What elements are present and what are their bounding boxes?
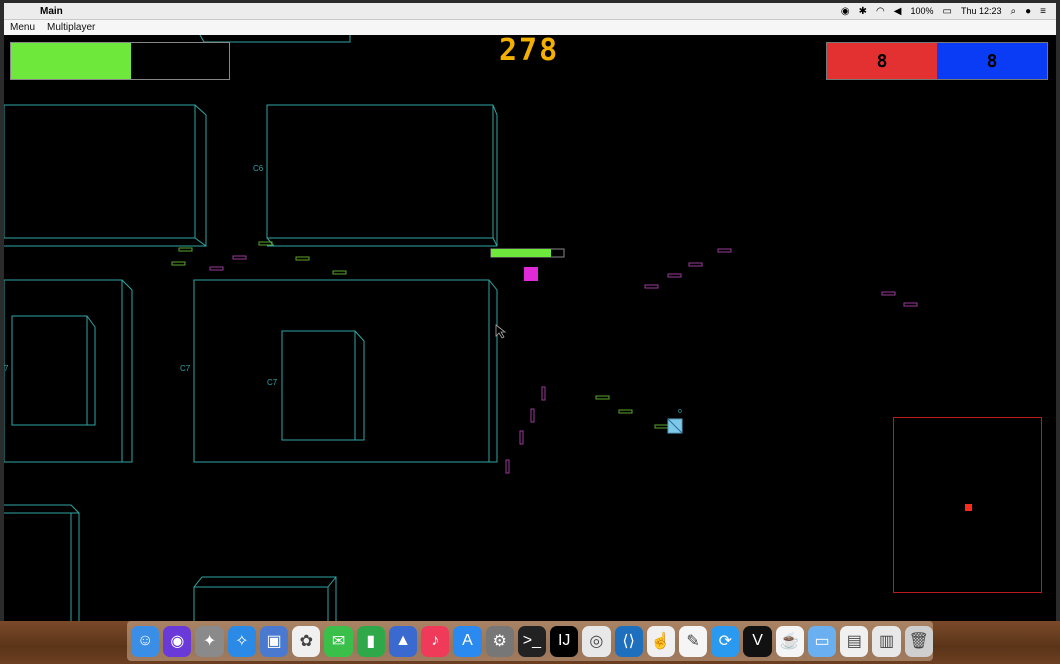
spotlight-search-icon[interactable]: ⌕ — [1011, 6, 1017, 17]
chrome-icon[interactable]: ◎ — [582, 625, 611, 657]
green-projectile — [332, 270, 347, 275]
battery-percent[interactable]: 100% — [910, 6, 933, 16]
blue-team-score-panel: 8 — [937, 43, 1047, 79]
keynote-icon[interactable]: ▲ — [388, 625, 418, 657]
launchpad-icon[interactable]: ✦ — [195, 625, 224, 657]
purple-projectile — [903, 302, 918, 307]
green-projectile — [595, 395, 610, 400]
building-wireframe — [193, 576, 337, 621]
textedit-icon[interactable]: ✎ — [678, 625, 708, 657]
player-health-bar — [490, 248, 565, 258]
messages-icon[interactable]: ✉ — [324, 625, 353, 657]
red-team-score: 8 — [876, 50, 888, 72]
appstore-icon[interactable]: A — [453, 625, 482, 657]
safari-icon[interactable]: ✧ — [227, 625, 256, 657]
green-projectile — [654, 424, 669, 429]
building-wireframe — [193, 279, 498, 463]
purple-projectile — [232, 255, 247, 260]
music-icon[interactable]: ♪ — [421, 625, 450, 657]
green-projectile — [171, 261, 186, 266]
game-viewport[interactable]: C6 C7 C7 7 o 278 8 8 — [4, 35, 1056, 621]
trash-icon[interactable]: 🗑 — [904, 625, 933, 657]
minimap — [893, 417, 1042, 593]
purple-projectile — [667, 273, 682, 278]
notification-center-icon[interactable]: ≡ — [1040, 6, 1046, 17]
team-scoreboard: 8 8 — [826, 42, 1048, 80]
app-menu-bar: Menu Multiplayer — [4, 20, 1056, 35]
numbers-icon[interactable]: ▮ — [356, 625, 385, 657]
mac-menu-bar: Main ◉ ✱ ◠ ◀ 100% ▭ Thu 12:23 ⌕ ● ≡ — [4, 3, 1056, 20]
record-icon[interactable]: ◉ — [841, 6, 850, 17]
green-projectile — [178, 247, 193, 252]
folder-icon[interactable]: ▭ — [807, 625, 837, 657]
building-label: C6 — [253, 164, 264, 173]
green-projectile — [618, 409, 633, 414]
building-label: C7 — [267, 378, 278, 387]
wifi-icon[interactable]: ◠ — [876, 6, 885, 17]
menu-item-menu[interactable]: Menu — [10, 22, 35, 33]
volume-icon[interactable]: ◀ — [894, 6, 902, 17]
green-projectile — [258, 241, 273, 246]
menubar-clock[interactable]: Thu 12:23 — [961, 6, 1002, 16]
red-team-score-panel: 8 — [827, 43, 937, 79]
preview-icon[interactable]: ▣ — [259, 625, 289, 657]
bluetooth-icon[interactable]: ✱ — [859, 6, 867, 17]
intellij-icon[interactable]: IJ — [550, 625, 579, 657]
purple-projectile — [881, 291, 896, 296]
siri-icon[interactable]: ◉ — [163, 625, 192, 657]
score-counter: 278 — [499, 35, 560, 68]
system-preferences-icon[interactable]: ⚙ — [485, 625, 514, 657]
purple-projectile — [688, 262, 703, 267]
menu-item-multiplayer[interactable]: Multiplayer — [47, 22, 95, 33]
files-icon[interactable]: ▥ — [872, 625, 901, 657]
dock-bar: ☺ ◉ ✦ ✧ ▣ ✿ ✉ ▮ ▲ ♪ A ⚙ >_ IJ ◎ ⟨⟩ ☝ ✎ ⟳ V ☕ ▭ ▤ ▥ 🗑 — [127, 621, 933, 661]
sync-icon[interactable]: ⟳ — [711, 625, 740, 657]
purple-projectile — [541, 386, 546, 401]
svg-text:o: o — [678, 408, 682, 415]
health-bar — [10, 42, 230, 80]
player-character — [524, 267, 538, 281]
building-wireframe — [4, 504, 80, 621]
finder-icon[interactable]: ☺ — [131, 625, 160, 657]
building-wireframe — [4, 279, 133, 463]
enemy-character: o — [667, 408, 683, 434]
building-label: 7 — [4, 364, 9, 373]
purple-projectile — [505, 459, 510, 474]
photos-icon[interactable]: ✿ — [292, 625, 321, 657]
building-wireframe — [266, 104, 498, 247]
siri-icon[interactable]: ● — [1025, 6, 1031, 17]
purple-projectile — [519, 430, 524, 445]
purple-projectile — [530, 408, 535, 423]
blue-team-score: 8 — [986, 50, 998, 72]
health-bar-fill — [11, 43, 131, 79]
app-name[interactable]: Main — [40, 6, 63, 17]
battery-icon[interactable]: ▭ — [943, 6, 952, 17]
vectorworks-icon[interactable]: V — [743, 625, 772, 657]
building-wireframe — [4, 104, 207, 247]
documents-icon[interactable]: ▤ — [840, 625, 869, 657]
green-projectile — [295, 256, 310, 261]
terminal-icon[interactable]: >_ — [517, 625, 547, 657]
hand-icon[interactable]: ☝ — [646, 625, 675, 657]
purple-projectile — [644, 284, 659, 289]
vscode-icon[interactable]: ⟨⟩ — [614, 625, 643, 657]
purple-projectile — [717, 248, 732, 253]
purple-projectile — [209, 266, 224, 271]
building-top-edge — [199, 35, 351, 43]
java-icon[interactable]: ☕ — [775, 625, 804, 657]
minimap-player-marker — [965, 504, 972, 511]
building-label: C7 — [180, 364, 191, 373]
menubar-status-area: ◉ ✱ ◠ ◀ 100% ▭ Thu 12:23 ⌕ ● ≡ — [841, 3, 1046, 19]
mac-dock: ☺ ◉ ✦ ✧ ▣ ✿ ✉ ▮ ▲ ♪ A ⚙ >_ IJ ◎ ⟨⟩ ☝ ✎ ⟳ V ☕ ▭ ▤ ▥ 🗑 — [0, 621, 1060, 664]
